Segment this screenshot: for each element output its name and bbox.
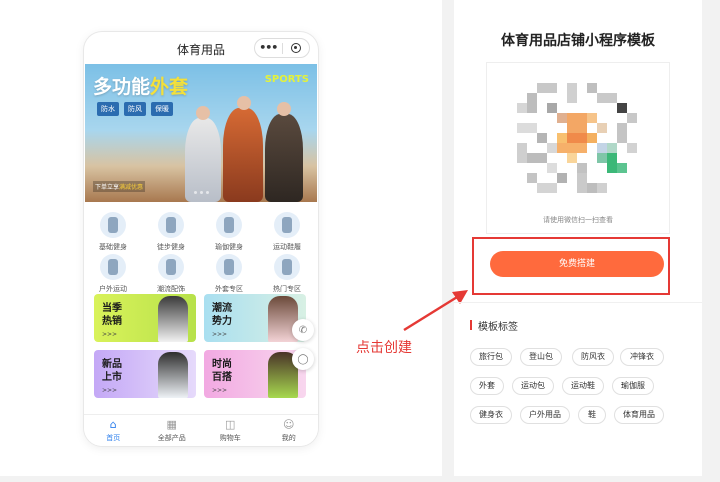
category-icon <box>216 212 242 238</box>
close-target-icon[interactable] <box>283 43 310 53</box>
banner-model <box>185 118 221 202</box>
template-tag[interactable]: 运动鞋 <box>562 377 604 395</box>
category-icon <box>100 212 126 238</box>
more-icon[interactable]: ••• <box>255 39 282 57</box>
banner-sports-label: SPORTS <box>264 74 309 85</box>
category-item[interactable]: 热门专区 <box>258 254 316 294</box>
tags-title: 模板标签 <box>470 318 518 333</box>
template-tag[interactable]: 健身衣 <box>470 406 512 424</box>
template-tag[interactable]: 冲锋衣 <box>620 348 664 366</box>
template-tag[interactable]: 体育用品 <box>614 406 664 424</box>
promo-card[interactable]: 时尚 百搭 >>> <box>204 350 306 398</box>
annotation-text: 点击创建 <box>356 340 412 356</box>
category-item[interactable]: 瑜伽健身 <box>200 212 258 252</box>
template-tag[interactable]: 户外用品 <box>520 406 570 424</box>
phone-preview: 体育用品 ••• 多功能外套 SPORTS 防水 防风 保暖 下单立享满减优惠 … <box>84 32 318 446</box>
template-tag[interactable]: 旅行包 <box>470 348 512 366</box>
qr-hint: 请使用微信扫一扫查看 <box>543 216 613 224</box>
banner-tag: 保暖 <box>151 102 173 116</box>
banner-model <box>223 108 263 202</box>
carousel-indicator <box>85 191 317 194</box>
category-icon <box>100 254 126 280</box>
banner-model-head <box>196 106 210 120</box>
category-item[interactable]: 运动鞋履 <box>258 212 316 252</box>
grid-icon: ▦ <box>166 418 177 431</box>
promo-card[interactable]: 潮流 势力 >>> <box>204 294 306 342</box>
template-tag[interactable]: 瑜伽服 <box>612 377 654 395</box>
miniprogram-capsule: ••• <box>254 38 310 58</box>
qr-card: 请使用微信扫一扫查看 <box>486 62 670 234</box>
banner-model-head <box>277 102 291 116</box>
phone-header: 体育用品 ••• <box>84 32 318 64</box>
promo-card[interactable]: 新品 上市 >>> <box>94 350 196 398</box>
category-icon <box>274 254 300 280</box>
promo-model <box>158 352 188 398</box>
tab-cart[interactable]: ◫ 购物车 <box>201 415 260 446</box>
template-tag[interactable]: 外套 <box>470 377 504 395</box>
qr-code-icon <box>517 83 637 193</box>
hero-banner[interactable]: 多功能外套 SPORTS 防水 防风 保暖 下单立享满减优惠 <box>85 64 317 202</box>
user-icon: ☺ <box>283 418 295 431</box>
banner-tags: 防水 防风 保暖 <box>97 102 173 116</box>
template-tag[interactable]: 防风衣 <box>572 348 614 366</box>
promo-model <box>158 296 188 342</box>
banner-tag: 防水 <box>97 102 119 116</box>
banner-headline: 多功能外套 <box>93 76 189 98</box>
banner-model-head <box>237 96 251 110</box>
category-icon <box>158 254 184 280</box>
promo-card[interactable]: 当季 热销 >>> <box>94 294 196 342</box>
chat-icon[interactable]: ◯ <box>292 348 314 370</box>
template-tag[interactable]: 鞋 <box>578 406 606 424</box>
category-item[interactable]: 潮流配饰 <box>142 254 200 294</box>
category-icon <box>274 212 300 238</box>
category-item[interactable]: 基础健身 <box>84 212 142 252</box>
template-title: 体育用品店铺小程序模板 <box>501 33 655 49</box>
divider <box>454 302 702 303</box>
tab-me[interactable]: ☺ 我的 <box>260 415 319 446</box>
template-info: 体育用品店铺小程序模板 请使用微信扫一扫查看 免费搭建 模板标签 旅行包 登山包… <box>454 0 702 476</box>
category-item[interactable]: 徒步健身 <box>142 212 200 252</box>
category-item[interactable]: 户外运动 <box>84 254 142 294</box>
tab-home[interactable]: ⌂ 首页 <box>84 415 143 446</box>
banner-model <box>265 114 303 202</box>
category-icon <box>158 212 184 238</box>
cart-icon: ◫ <box>225 418 236 431</box>
tab-all-products[interactable]: ▦ 全部产品 <box>143 415 202 446</box>
category-icon <box>216 254 242 280</box>
template-tag[interactable]: 登山包 <box>520 348 562 366</box>
free-build-button[interactable]: 免费搭建 <box>490 251 664 277</box>
home-icon: ⌂ <box>109 418 117 431</box>
category-item[interactable]: 外套专区 <box>200 254 258 294</box>
template-tag[interactable]: 运动包 <box>512 377 554 395</box>
banner-tag: 防风 <box>124 102 146 116</box>
bottom-tab-bar: ⌂ 首页 ▦ 全部产品 ◫ 购物车 ☺ 我的 <box>84 414 318 446</box>
phone-call-icon[interactable]: ✆ <box>292 319 314 341</box>
